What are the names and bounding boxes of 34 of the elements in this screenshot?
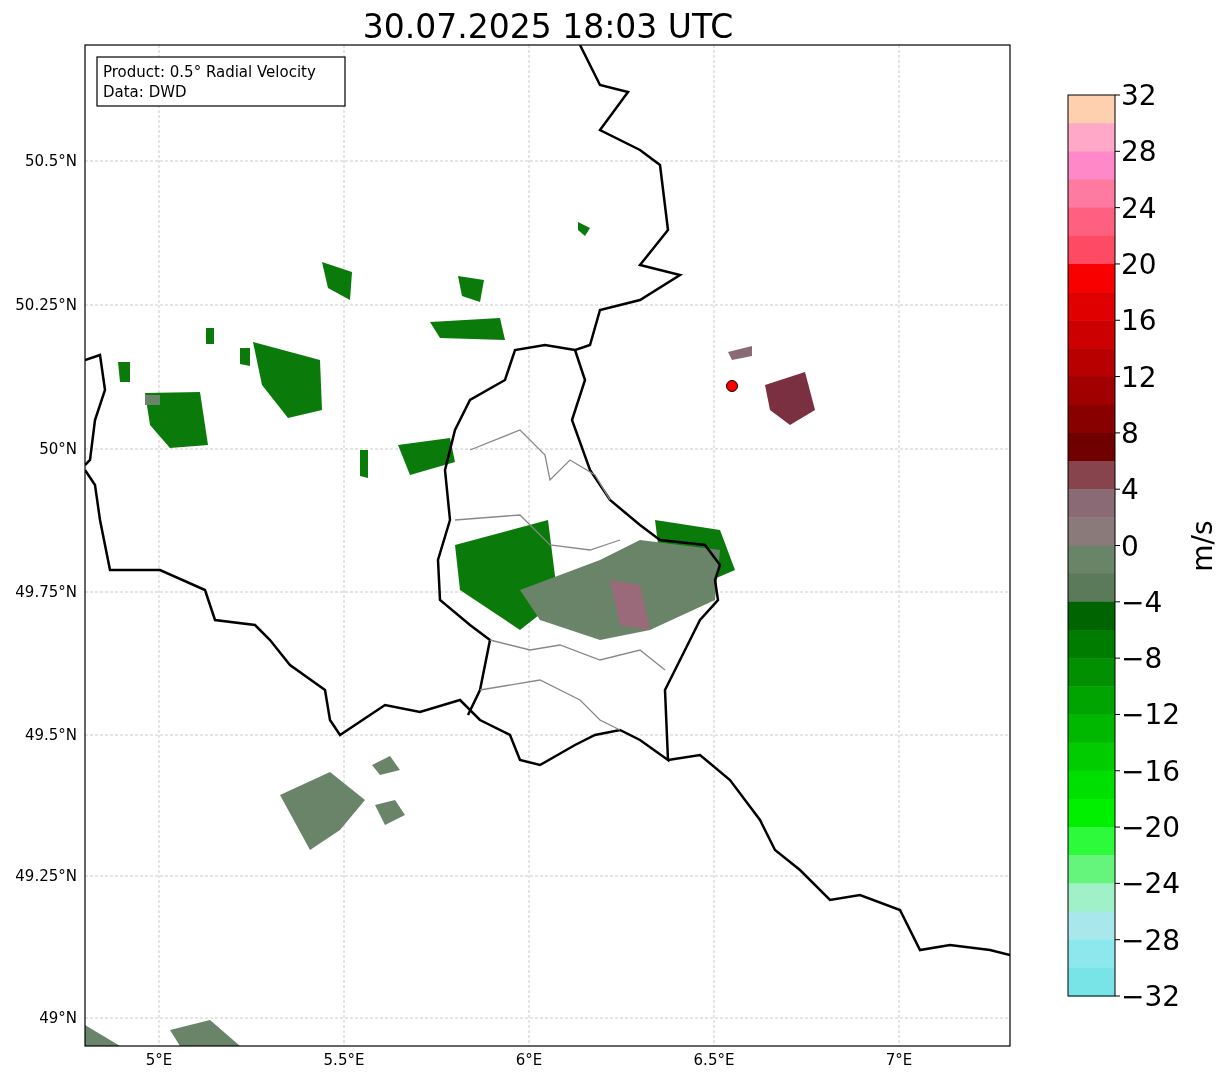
colorbar-tick-label: −8 (1121, 642, 1163, 676)
colorbar-tick-label: 32 (1121, 79, 1157, 112)
colorbar-tick-label: 4 (1121, 473, 1139, 507)
colorbar-tick-label: 16 (1121, 304, 1157, 338)
colorbar-tick-label: −12 (1121, 698, 1181, 732)
info-text: Data: DWD (103, 83, 187, 101)
colorbar-tick-label: −28 (1121, 923, 1181, 957)
colorbar-tick-label: 8 (1121, 416, 1139, 450)
latitude-label: 49.25°N (15, 867, 77, 885)
colorbar-tick-label: −24 (1121, 867, 1181, 901)
colorbar-tick-label: 0 (1121, 529, 1139, 563)
colorbar-tick-label: 20 (1121, 247, 1157, 281)
latitude-label: 49°N (39, 1009, 77, 1027)
colorbar-tick-label: −16 (1121, 754, 1181, 788)
colorbar-tick-label: −20 (1121, 811, 1181, 845)
latitude-label: 49.5°N (24, 726, 77, 744)
longitude-label: 5°E (145, 1051, 173, 1069)
longitude-label: 6.5°E (693, 1051, 735, 1069)
longitude-label: 6°E (515, 1051, 543, 1069)
colorbar-tick-label: −32 (1121, 980, 1181, 1013)
longitude-label: 7°E (885, 1051, 913, 1069)
info-text: Product: 0.5° Radial Velocity (103, 63, 316, 81)
colorbar-unit-label: m/s (1186, 520, 1219, 572)
latitude-label: 50.5°N (24, 152, 77, 170)
latitude-label: 50.25°N (15, 296, 77, 314)
colorbar-tick-label: −4 (1121, 585, 1163, 619)
colorbar-tick-label: 24 (1121, 191, 1157, 225)
radar-site-marker (726, 380, 738, 392)
latitude-label: 49.75°N (15, 583, 77, 601)
colorbar-tick-label: 12 (1121, 360, 1157, 394)
chart-title: 30.07.2025 18:03 UTC (362, 7, 734, 46)
longitude-label: 5.5°E (323, 1051, 365, 1069)
colorbar-tick-label: 28 (1121, 135, 1157, 169)
latitude-label: 50°N (39, 440, 77, 458)
